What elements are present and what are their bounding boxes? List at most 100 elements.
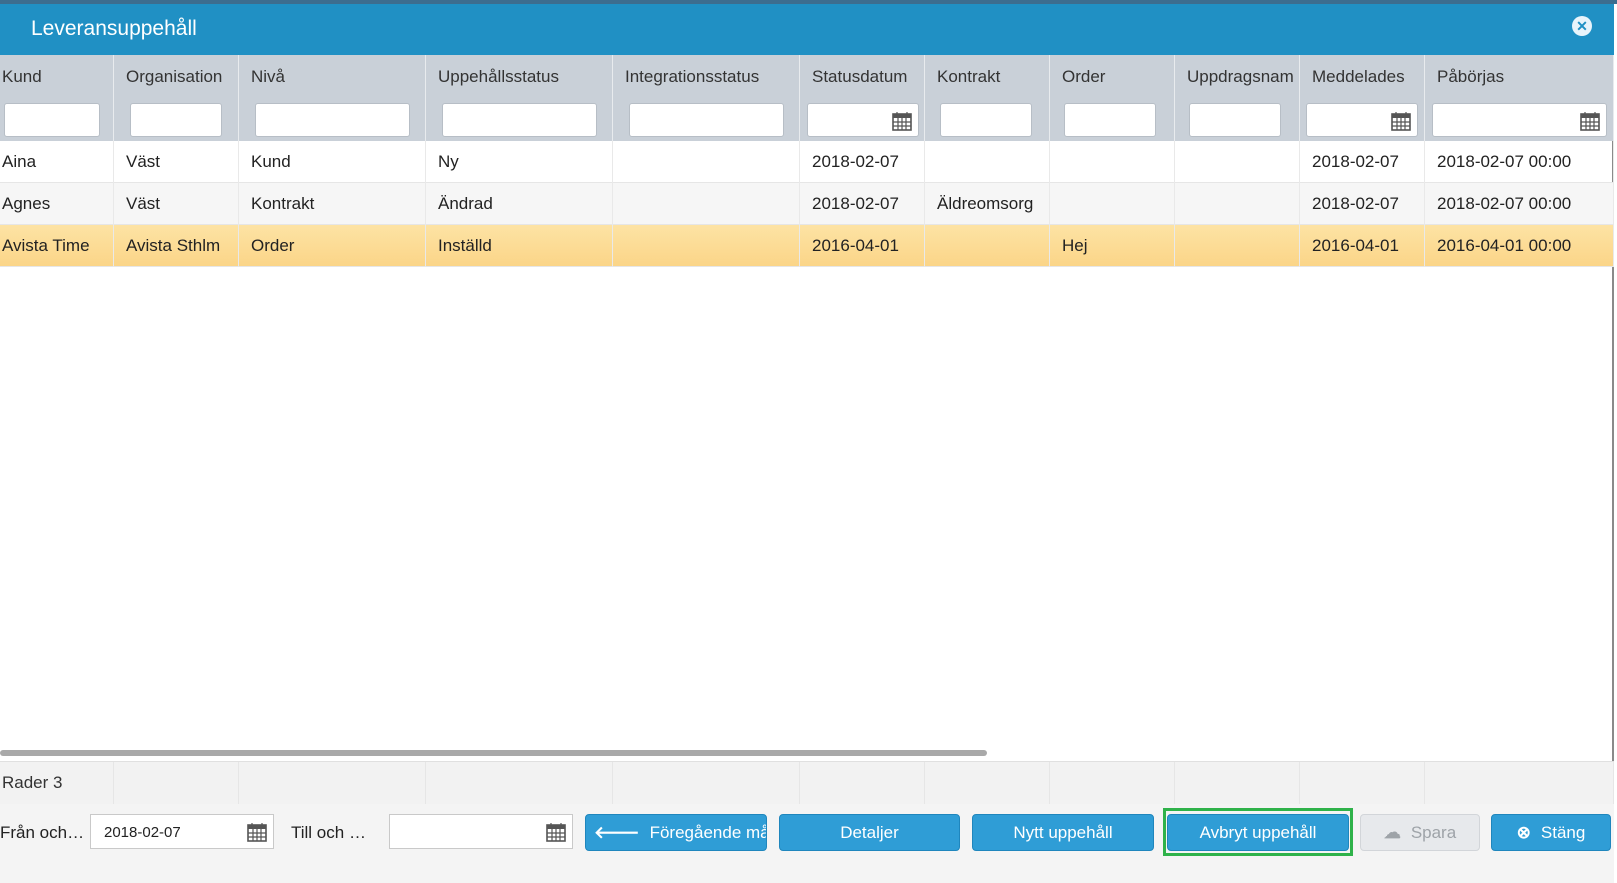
column-header[interactable]: Statusdatum	[800, 55, 925, 97]
table-cell: Aina	[2, 152, 37, 171]
filter-input[interactable]	[130, 103, 222, 137]
footer-cell	[1175, 762, 1300, 804]
from-date-input[interactable]: 2018-02-07	[90, 814, 274, 849]
column-header[interactable]: Uppdragsnam	[1175, 55, 1300, 97]
filter-input[interactable]	[255, 103, 410, 137]
column-header-label: Integrationsstatus	[625, 67, 760, 86]
table-cell: 2016-04-01 00:00	[1437, 236, 1572, 255]
details-button[interactable]: Detaljer	[779, 814, 960, 851]
column-divider	[799, 141, 800, 267]
table-row[interactable]: Aina Väst Kund Ny 2018-02-07 2018-02-07 2018-0…	[0, 141, 1614, 183]
details-label: Detaljer	[840, 823, 899, 842]
table-cell: 2018-02-07 00:00	[1437, 152, 1572, 171]
table-cell: 2018-02-07	[812, 152, 899, 171]
table-cell: Avista Time	[2, 236, 90, 255]
from-date-label: Från och…	[0, 823, 85, 842]
table-cell: Äldreomsorg	[937, 194, 1034, 213]
column-divider	[1174, 141, 1175, 267]
column-header[interactable]: Integrationsstatus	[613, 55, 800, 97]
calendar-icon[interactable]	[1391, 111, 1411, 131]
column-header-label: Kontrakt	[937, 67, 1001, 86]
column-header-label: Organisation	[126, 67, 223, 86]
column-divider	[238, 141, 239, 267]
filter-input[interactable]	[629, 103, 784, 137]
grid-footer: Rader 3	[0, 761, 1614, 804]
cloud-upload-icon: ☁	[1383, 823, 1401, 842]
horizontal-scrollbar[interactable]	[0, 750, 987, 756]
table-row[interactable]: Agnes Väst Kontrakt Ändrad 2018-02-07 Äldreom…	[0, 183, 1614, 225]
column-divider	[113, 141, 114, 267]
footer-cell	[925, 762, 1050, 804]
column-divider	[612, 141, 613, 267]
footer-cell	[1050, 762, 1175, 804]
footer-cell	[426, 762, 613, 804]
footer-cell	[0, 762, 114, 804]
footer-cell	[1425, 762, 1614, 804]
calendar-icon[interactable]	[1580, 111, 1600, 131]
calendar-icon[interactable]	[247, 822, 267, 842]
close-button[interactable]: ⊗ Stäng	[1491, 814, 1611, 851]
table-cell: Väst	[126, 194, 161, 213]
column-header-label: Påbörjas	[1437, 67, 1505, 86]
column-header[interactable]: Nivå	[239, 55, 426, 97]
filter-date-input[interactable]	[1432, 103, 1607, 137]
new-break-button[interactable]: Nytt uppehåll	[972, 814, 1154, 851]
close-label: Stäng	[1540, 823, 1586, 842]
column-divider	[1424, 141, 1425, 267]
save-button[interactable]: ☁ Spara	[1360, 814, 1480, 851]
table-cell: 2018-02-07	[1312, 194, 1399, 213]
table-row[interactable]: Avista Time Avista Sthlm Order Inställd 2016…	[0, 225, 1614, 267]
footer-cell	[613, 762, 800, 804]
table-cell: Avista Sthlm	[126, 236, 221, 255]
column-divider	[425, 141, 426, 267]
filter-input[interactable]	[1189, 103, 1281, 137]
column-header[interactable]: Kontrakt	[925, 55, 1050, 97]
footer-cell	[1300, 762, 1425, 804]
table-cell: 2018-02-07	[1312, 152, 1399, 171]
close-circle-icon: ⊗	[1516, 823, 1531, 842]
filter-input[interactable]	[940, 103, 1032, 137]
table-cell: Väst	[126, 152, 161, 171]
column-divider	[1299, 141, 1300, 267]
previous-month-button[interactable]: 🡐 Föregående månad	[585, 814, 767, 851]
calendar-icon[interactable]	[546, 822, 566, 842]
from-date-value: 2018-02-07	[104, 824, 181, 841]
column-divider	[1049, 141, 1050, 267]
table-cell: Agnes	[2, 194, 51, 213]
column-header-label: Nivå	[251, 67, 286, 86]
column-header-label: Uppehållsstatus	[438, 67, 559, 86]
table-cell: 2016-04-01	[812, 236, 899, 255]
calendar-icon[interactable]	[892, 111, 912, 131]
table-cell: Hej	[1062, 236, 1088, 255]
dialog-titlebar: Leveransuppehåll ✕	[0, 4, 1614, 55]
highlight-frame	[1163, 808, 1353, 856]
dialog-title: Leveransuppehåll	[31, 17, 197, 40]
column-header-label: Order	[1062, 67, 1106, 86]
table-cell: 2018-02-07 00:00	[1437, 194, 1572, 213]
column-divider	[1613, 141, 1614, 267]
column-header-label: Statusdatum	[812, 67, 908, 86]
column-header[interactable]: Organisation	[114, 55, 239, 97]
table-cell: Order	[251, 236, 295, 255]
table-cell: 2016-04-01	[1312, 236, 1399, 255]
column-header[interactable]: Uppehållsstatus	[426, 55, 613, 97]
bottom-toolbar: Från och… 2018-02-07 Till och … 🡐 Föregåe…	[0, 804, 1614, 883]
filter-date-input[interactable]	[1306, 103, 1418, 137]
column-header[interactable]: Meddelades	[1300, 55, 1425, 97]
new-break-label: Nytt uppehåll	[1013, 823, 1113, 842]
filter-input[interactable]	[442, 103, 597, 137]
column-header[interactable]: Påbörjas	[1425, 55, 1614, 97]
footer-cell	[800, 762, 925, 804]
column-header[interactable]: Kund	[0, 55, 114, 97]
column-header[interactable]: Order	[1050, 55, 1175, 97]
footer-cell	[239, 762, 426, 804]
close-icon[interactable]: ✕	[1572, 16, 1592, 36]
filter-input[interactable]	[4, 103, 100, 137]
column-divider	[924, 141, 925, 267]
table-cell: Inställd	[438, 236, 492, 255]
filter-date-input[interactable]	[807, 103, 919, 137]
filter-input[interactable]	[1064, 103, 1156, 137]
column-header-label: Kund	[2, 67, 42, 86]
arrow-left-icon: 🡐	[594, 823, 640, 842]
to-date-input[interactable]	[389, 814, 573, 849]
